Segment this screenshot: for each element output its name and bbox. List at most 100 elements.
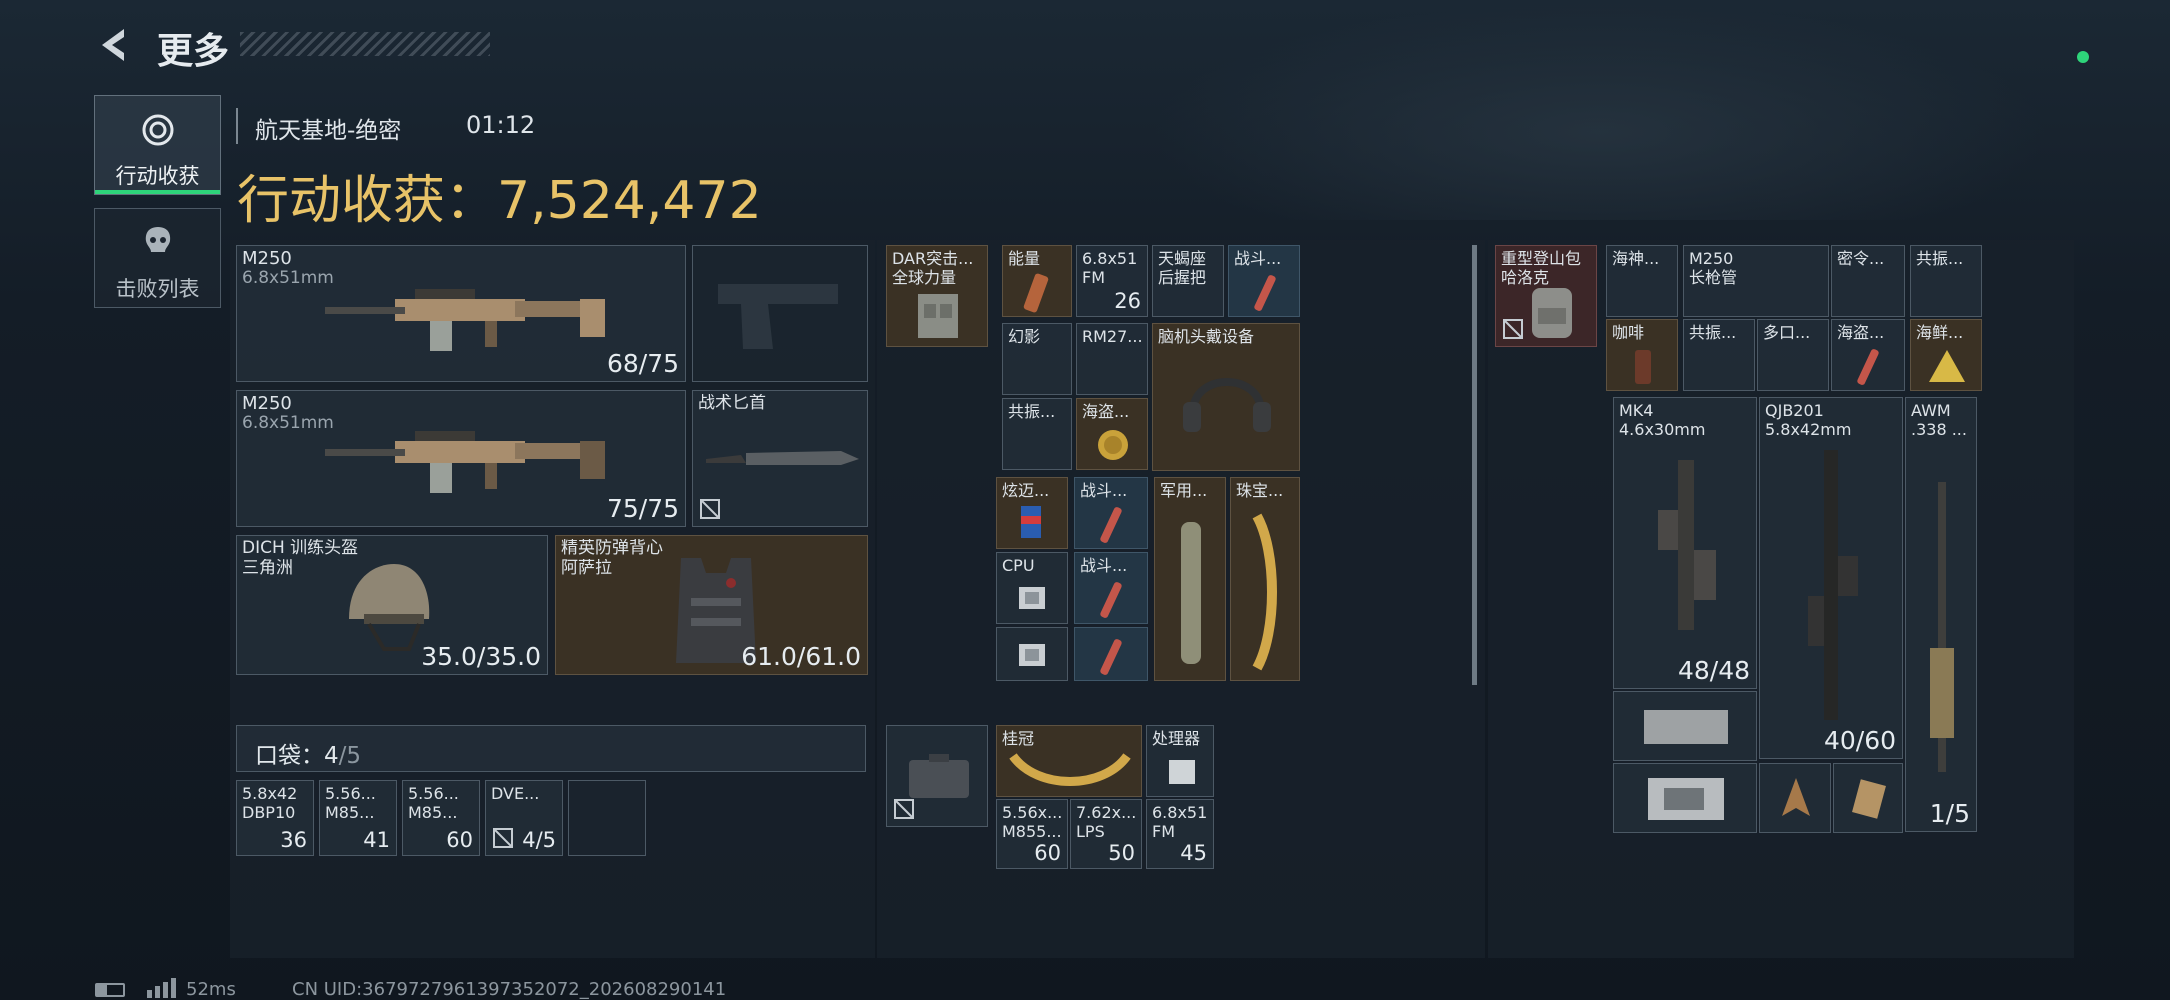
pocket-item-label: 5.56... M85... (408, 784, 459, 822)
loot-value-number: 7,524,472 (497, 171, 762, 231)
rig-item-pirate[interactable]: 海盗... (1076, 398, 1148, 470)
backpack-slot[interactable]: 重型登山包 哈洛克 (1495, 245, 1597, 347)
backpack-item-count: 40/60 (1823, 726, 1896, 755)
backpack-item-label: 海神... (1612, 249, 1660, 268)
backpack-item-arrowhead[interactable] (1759, 763, 1831, 833)
rig-item-phantom[interactable]: 幻影 (1002, 323, 1072, 395)
rig-item-xuanmai[interactable]: 炫迈... (996, 477, 1068, 549)
backpack-item-seafood[interactable]: 海鲜... (1910, 319, 1982, 391)
rig-item-injector[interactable] (1074, 627, 1148, 681)
metal-plate-icon (1644, 710, 1728, 744)
melee-name: 战术匕首 (698, 394, 766, 413)
tab-loot[interactable]: 行动收获 (94, 95, 221, 195)
pouch-item-ammo[interactable]: 7.62x... LPS 50 (1070, 799, 1142, 869)
rig-item-jewelry[interactable]: 珠宝... (1230, 477, 1300, 681)
backpack-item-count: 1/5 (1929, 799, 1970, 828)
energy-bar-icon (1023, 273, 1049, 313)
chest-rig-slot[interactable]: DAR突击... 全球力量 (886, 245, 988, 347)
no-drop-icon (1503, 319, 1523, 339)
pocket-item[interactable]: 5.56... M85... 60 (402, 780, 480, 856)
scrollbar[interactable] (1472, 245, 1477, 685)
backpack-item-qjb201[interactable]: QJB201 5.8x42mm 40/60 (1759, 397, 1903, 759)
backpack-item-label: 密令... (1837, 249, 1885, 268)
armor-slot[interactable]: 精英防弹背心 阿萨拉 61.0/61.0 (555, 535, 868, 675)
backpack-item-plate[interactable] (1613, 691, 1757, 761)
ping: 52ms (186, 979, 236, 1000)
pockets-header: 口袋：4/5 (236, 725, 866, 772)
backpack-item-multiport[interactable]: 多口... (1757, 319, 1829, 391)
rifle-icon (1658, 460, 1716, 630)
backpack-item-resonance[interactable]: 共振... (1683, 319, 1755, 391)
cpu-chip-icon (1019, 587, 1045, 609)
rig-item-combat[interactable]: 战斗... (1074, 477, 1148, 549)
rig-item-cpu[interactable]: CPU (996, 552, 1068, 624)
backpack-item-circuit[interactable] (1613, 763, 1757, 833)
injector-icon (1100, 582, 1122, 618)
back-button[interactable] (94, 24, 136, 66)
backpack-item-card[interactable] (1833, 763, 1903, 833)
rig-item-label: 共振... (1008, 402, 1056, 421)
pistol-silhouette-icon (718, 284, 838, 349)
backpack-item-password[interactable]: 密令... (1831, 245, 1905, 317)
primary-weapon-slot[interactable]: M250 6.8x51mm 68/75 (236, 245, 686, 382)
pocket-item[interactable]: 5.56... M85... 41 (319, 780, 397, 856)
pocket-item-count: 41 (363, 828, 390, 852)
pouch-item-processor[interactable]: 处理器 (1146, 725, 1214, 797)
backpack-item-barrel[interactable]: M250 长枪管 (1683, 245, 1829, 317)
rig-item-headset[interactable]: 脑机头戴设备 (1152, 323, 1300, 471)
pocket-empty-slot[interactable] (568, 780, 646, 856)
pouch-slot[interactable] (886, 725, 988, 827)
rig-item-grip[interactable]: 天蝎座 后握把 (1152, 245, 1224, 317)
rig-item-combat[interactable]: 战斗... (1228, 245, 1300, 317)
processor-icon (1169, 760, 1195, 784)
secondary-weapon-slot[interactable]: M250 6.8x51mm 75/75 (236, 390, 686, 527)
rig-item-combat[interactable]: 战斗... (1074, 552, 1148, 624)
pocket-item[interactable]: 5.8x42 DBP10 36 (236, 780, 314, 856)
backpack-item-pirate[interactable]: 海盗... (1831, 319, 1905, 391)
pocket-item-count: 60 (446, 828, 473, 852)
loot-icon (142, 114, 174, 146)
tab-kills-label: 击败列表 (115, 277, 200, 301)
rig-item-label: 幻影 (1008, 327, 1041, 346)
rig-item-chip[interactable] (996, 627, 1068, 681)
backpack-item-mk4[interactable]: MK4 4.6x30mm 48/48 (1613, 397, 1757, 689)
rig-item-label: 6.8x51 FM (1082, 249, 1138, 287)
pocket-item-label: 5.8x42 DBP10 (242, 784, 298, 822)
pouch-item-laurel[interactable]: 桂冠 (996, 725, 1142, 797)
tube-icon (1181, 522, 1201, 664)
rig-item-label: RM27... (1082, 327, 1143, 346)
backpack-item-awm[interactable]: AWM .338 ... 1/5 (1905, 397, 1977, 832)
pocket-item[interactable]: DVE... 4/5 (485, 780, 563, 856)
pockets-total: /5 (338, 743, 362, 769)
rig-item-label: 珠宝... (1236, 481, 1284, 500)
rig-item-ammo[interactable]: 6.8x51 FM 26 (1076, 245, 1148, 317)
rig-item-label: 天蝎座 后握把 (1158, 249, 1207, 287)
backpack-item-label: 海鲜... (1916, 323, 1964, 342)
weapon2-ammo-count: 75/75 (606, 494, 679, 523)
pistol-slot[interactable] (692, 245, 868, 382)
tab-kills[interactable]: 击败列表 (94, 208, 221, 308)
rig-item-label: 军用... (1160, 481, 1208, 500)
rig-item-count: 26 (1114, 289, 1141, 313)
backpack-icon (1532, 288, 1572, 338)
pockets-label: 口袋： (255, 743, 324, 769)
backpack-item-label: 咖啡 (1612, 323, 1645, 342)
helmet-slot[interactable]: DICH 训练头盔 三角洲 35.0/35.0 (236, 535, 548, 675)
melee-slot[interactable]: 战术匕首 (692, 390, 868, 527)
pouch-item-ammo[interactable]: 6.8x51 FM 45 (1146, 799, 1214, 869)
backpack-item-neptune[interactable]: 海神... (1606, 245, 1678, 317)
rig-item-resonance[interactable]: 共振... (1002, 398, 1072, 470)
pouch-item-count: 45 (1180, 841, 1207, 865)
back-arrow-icon (102, 29, 124, 61)
backpack-item-resonance[interactable]: 共振... (1910, 245, 1982, 317)
user-uid: CN UID:3679727961397352072_202608290141 (292, 979, 727, 1000)
pouch-item-ammo[interactable]: 5.56x... M855... 60 (996, 799, 1068, 869)
map-name: 航天基地-绝密 (255, 118, 402, 144)
injector-icon (1857, 349, 1879, 385)
helmet-sub: 三角洲 (242, 559, 293, 578)
backpack-item-coffee[interactable]: 咖啡 (1606, 319, 1678, 391)
rig-item-rm27[interactable]: RM27... (1076, 323, 1148, 395)
pouch-item-count: 60 (1034, 841, 1061, 865)
rig-item-energy[interactable]: 能量 (1002, 245, 1072, 317)
rig-item-military[interactable]: 军用... (1154, 477, 1226, 681)
